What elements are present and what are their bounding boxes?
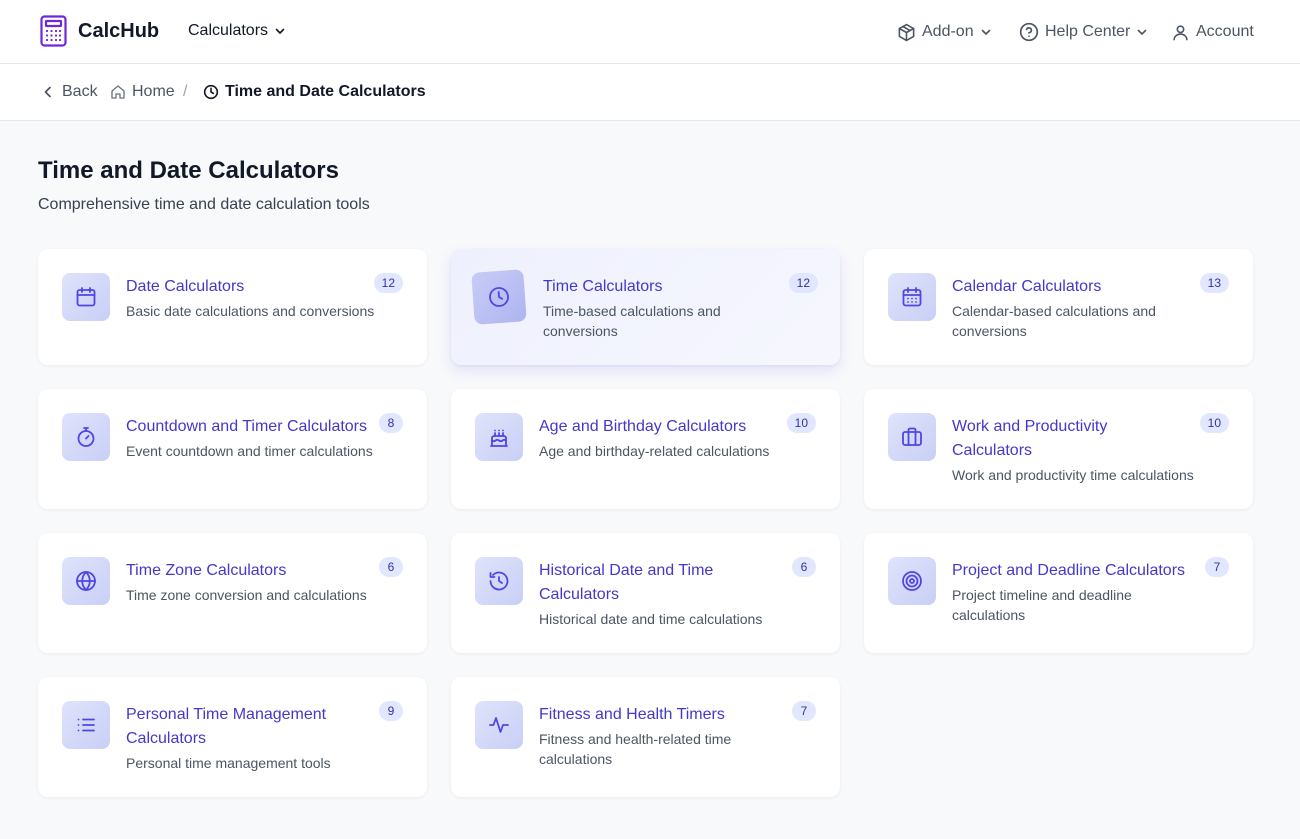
count-badge: 12 (788, 273, 818, 293)
clock-icon (203, 84, 219, 100)
category-card-historical[interactable]: Historical Date and Time Calculators His… (451, 533, 840, 653)
count-badge: 9 (379, 701, 403, 721)
count-badge: 10 (786, 413, 816, 433)
help-center-label: Help Center (1045, 23, 1131, 40)
category-card-fitness[interactable]: Fitness and Health Timers Fitness and he… (451, 677, 840, 797)
category-card-age[interactable]: Age and Birthday Calculators Age and bir… (451, 389, 840, 509)
chevron-down-icon (275, 28, 285, 34)
count-badge: 7 (1205, 557, 1229, 577)
cake-icon (475, 413, 523, 461)
card-title[interactable]: Date Calculators (126, 275, 386, 299)
home-label: Home (132, 83, 175, 100)
home-icon (111, 85, 125, 99)
card-title[interactable]: Work and Productivity Calculators (952, 415, 1162, 463)
category-card-work[interactable]: Work and Productivity Calculators Work a… (864, 389, 1253, 509)
calculators-menu[interactable]: Calculators (188, 22, 286, 40)
calculator-logo-icon[interactable] (40, 15, 67, 47)
breadcrumb-separator: / (183, 83, 188, 100)
category-card-date[interactable]: Date Calculators Basic date calculations… (38, 249, 427, 365)
package-icon (898, 23, 915, 41)
timer-icon (62, 413, 110, 461)
category-card-personal[interactable]: Personal Time Management Calculators Per… (38, 677, 427, 797)
page-subtitle: Comprehensive time and date calculation … (38, 196, 370, 213)
card-description: Event countdown and timer calculations (126, 443, 373, 459)
breadcrumb-current-label: Time and Date Calculators (225, 83, 426, 100)
card-description: Basic date calculations and conversions (126, 303, 375, 319)
globe-icon (62, 557, 110, 605)
clock-icon (471, 269, 527, 325)
card-description: Fitness and health-related time calculat… (539, 731, 732, 767)
card-title[interactable]: Historical Date and Time Calculators (539, 559, 749, 607)
chevron-down-icon (1138, 29, 1147, 35)
card-description: Age and birthday-related calculations (539, 443, 770, 459)
count-badge: 8 (379, 413, 403, 433)
account-label: Account (1196, 23, 1254, 40)
back-label: Back (62, 83, 98, 100)
page-title: Time and Date Calculators (38, 157, 339, 184)
card-title[interactable]: Project and Deadline Calculators (952, 559, 1202, 583)
card-title[interactable]: Fitness and Health Timers (539, 703, 799, 727)
count-badge: 10 (1199, 413, 1229, 433)
card-description: Calendar-based calculations and conversi… (952, 303, 1156, 339)
category-card-time[interactable]: Time Calculators Time-based calculations… (451, 249, 840, 365)
account-menu[interactable]: Account (1171, 20, 1254, 44)
card-title[interactable]: Time Zone Calculators (126, 559, 386, 583)
back-link[interactable]: Back (40, 82, 98, 102)
card-title[interactable]: Personal Time Management Calculators (126, 703, 346, 751)
count-badge: 12 (373, 273, 403, 293)
count-badge: 6 (792, 557, 816, 577)
category-card-timezone[interactable]: Time Zone Calculators Time zone conversi… (38, 533, 427, 653)
card-title[interactable]: Calendar Calculators (952, 275, 1212, 299)
card-title[interactable]: Countdown and Timer Calculators (126, 415, 381, 439)
count-badge: 7 (792, 701, 816, 721)
briefcase-icon (888, 413, 936, 461)
breadcrumb-current: Time and Date Calculators (203, 82, 426, 102)
card-description: Personal time management tools (126, 755, 331, 771)
calculators-menu-label: Calculators (188, 22, 269, 39)
category-card-countdown[interactable]: Countdown and Timer Calculators Event co… (38, 389, 427, 509)
category-card-project[interactable]: Project and Deadline Calculators Project… (864, 533, 1253, 653)
calendar-grid-icon (888, 273, 936, 321)
user-icon (1173, 24, 1188, 40)
category-card-calendar[interactable]: Calendar Calculators Calendar-based calc… (864, 249, 1253, 365)
card-description: Time zone conversion and calculations (126, 587, 367, 603)
card-title[interactable]: Age and Birthday Calculators (539, 415, 799, 439)
target-icon (888, 557, 936, 605)
home-link[interactable]: Home (110, 82, 175, 102)
card-title[interactable]: Time Calculators (543, 275, 803, 299)
help-center-menu[interactable]: Help Center (1019, 20, 1148, 44)
count-badge: 13 (1199, 273, 1229, 293)
chevron-left-icon (44, 86, 51, 98)
card-description: Time-based calculations and conversions (543, 303, 721, 339)
brand-name[interactable]: CalcHub (78, 20, 159, 43)
count-badge: 6 (379, 557, 403, 577)
addon-menu[interactable]: Add-on (897, 20, 992, 44)
card-description: Project timeline and deadline calculatio… (952, 587, 1132, 623)
card-description: Work and productivity time calculations (952, 467, 1194, 483)
history-icon (475, 557, 523, 605)
calendar-icon (62, 273, 110, 321)
top-navbar: CalcHub Calculators Add-on Help Center A… (0, 0, 1300, 64)
help-circle-icon (1019, 22, 1039, 42)
breadcrumb: Back Home / Time and Date Calculators (0, 64, 1300, 121)
activity-icon (475, 701, 523, 749)
addon-menu-label: Add-on (922, 23, 974, 40)
card-description: Historical date and time calculations (539, 611, 763, 627)
chevron-down-icon (981, 29, 990, 35)
list-icon (62, 701, 110, 749)
